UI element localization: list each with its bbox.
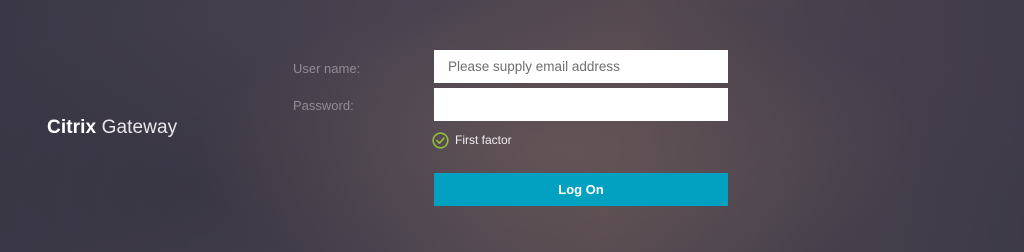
log-on-button[interactable]: Log On xyxy=(434,173,728,206)
factor-label: First factor xyxy=(455,133,512,147)
password-input[interactable] xyxy=(434,88,728,121)
username-input[interactable] xyxy=(434,50,728,83)
login-page: Citrix Gateway User name: Password: Firs… xyxy=(0,0,1024,252)
citrix-gateway-logo: Citrix Gateway xyxy=(47,117,177,139)
check-circle-icon xyxy=(432,131,449,149)
factor-indicator: First factor xyxy=(432,131,512,149)
password-label: Password: xyxy=(293,98,354,113)
brand-name-strong: Citrix xyxy=(47,117,97,138)
username-label: User name: xyxy=(293,61,361,76)
brand-name-light: Gateway xyxy=(101,117,178,138)
